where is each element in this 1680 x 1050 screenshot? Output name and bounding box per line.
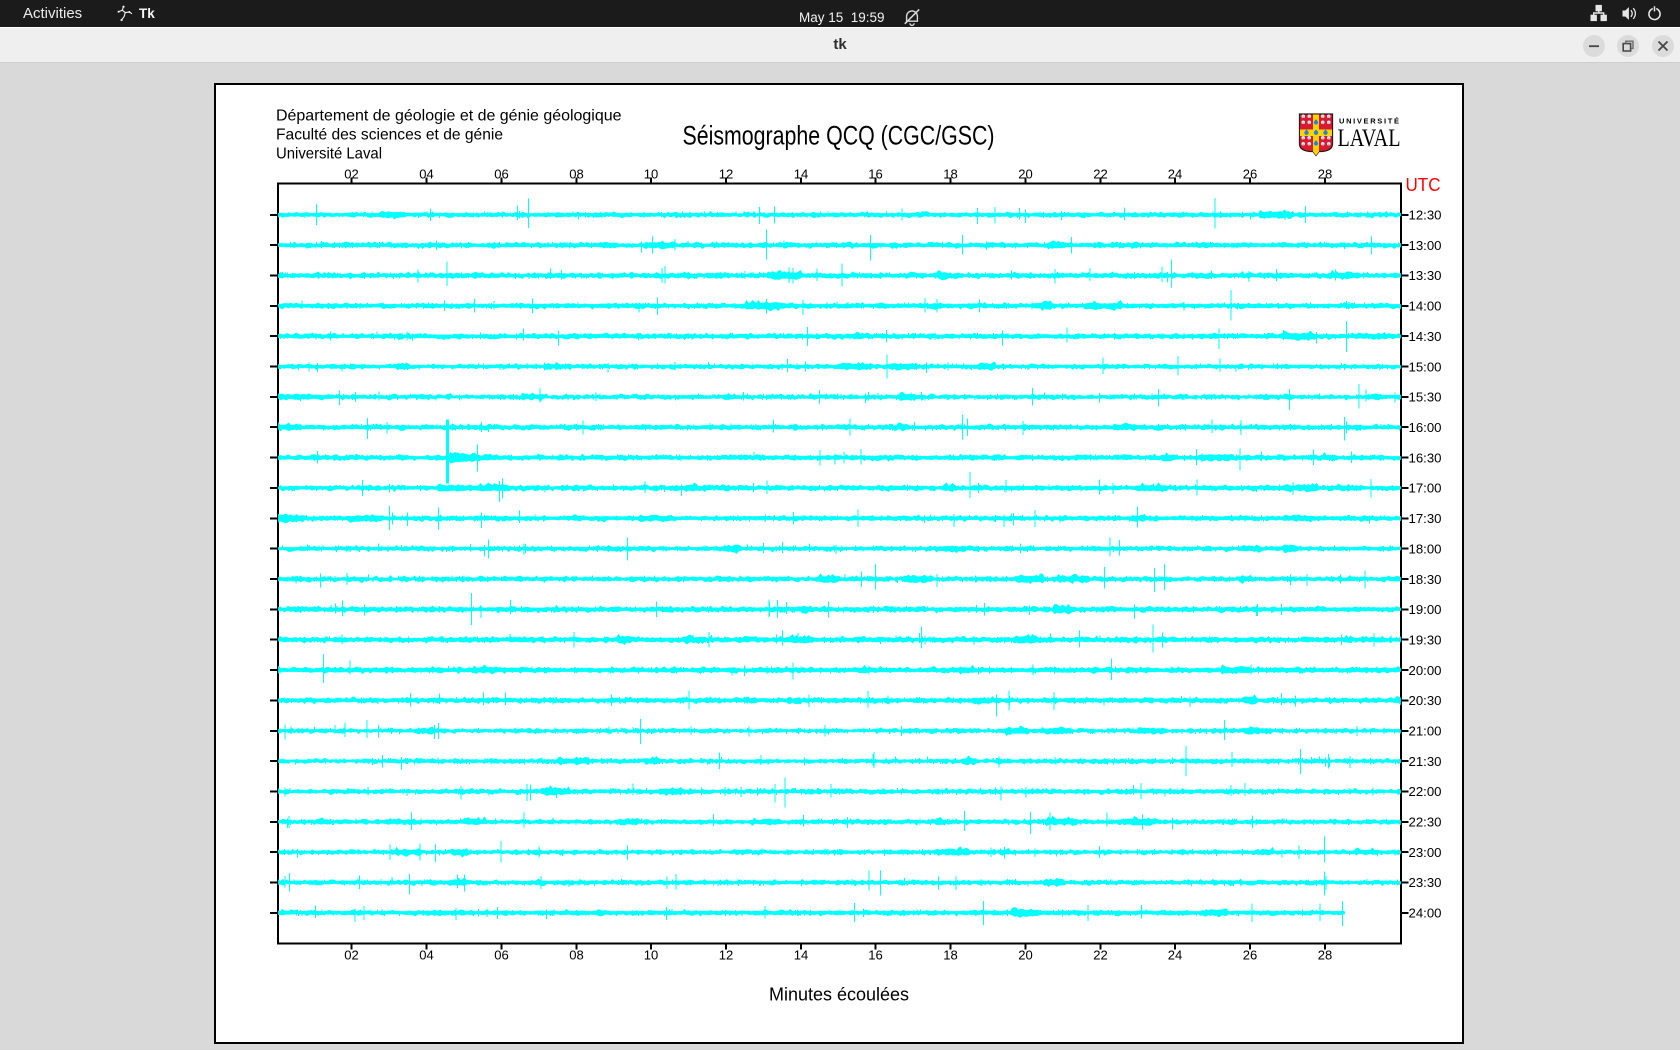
svg-text:19:30: 19:30 [1409,633,1442,648]
svg-text:04: 04 [419,948,434,963]
svg-text:10: 10 [644,167,659,182]
svg-text:26: 26 [1243,948,1258,963]
svg-text:02: 02 [344,167,359,182]
svg-text:20:00: 20:00 [1409,663,1442,678]
svg-text:23:30: 23:30 [1409,875,1442,890]
svg-text:12: 12 [719,167,734,182]
svg-text:14:00: 14:00 [1409,299,1442,314]
svg-text:20: 20 [1018,948,1033,963]
svg-text:Minutes écoulées: Minutes écoulées [769,984,909,1005]
svg-text:21:00: 21:00 [1409,724,1442,739]
svg-text:14: 14 [794,167,809,182]
svg-text:16: 16 [868,167,883,182]
svg-text:08: 08 [569,167,584,182]
svg-text:18:30: 18:30 [1409,572,1442,587]
svg-text:24: 24 [1168,948,1183,963]
svg-text:16: 16 [868,948,883,963]
svg-text:14:30: 14:30 [1409,329,1442,344]
svg-text:22: 22 [1093,948,1108,963]
svg-text:16:30: 16:30 [1409,451,1442,466]
svg-text:UNIVERSITÉ: UNIVERSITÉ [1339,116,1400,125]
svg-text:17:00: 17:00 [1409,481,1442,496]
svg-text:19:00: 19:00 [1409,602,1442,617]
svg-text:14: 14 [794,948,809,963]
svg-text:17:30: 17:30 [1409,511,1442,526]
svg-text:10: 10 [644,948,659,963]
svg-text:23:00: 23:00 [1409,845,1442,860]
svg-text:20:30: 20:30 [1409,693,1442,708]
svg-text:28: 28 [1318,167,1333,182]
svg-text:26: 26 [1243,167,1258,182]
svg-text:28: 28 [1318,948,1333,963]
svg-text:Département de géologie et de: Département de géologie et de génie géol… [276,108,622,125]
svg-text:13:00: 13:00 [1409,238,1442,253]
svg-text:Séismographe QCQ (CGC/GSC): Séismographe QCQ (CGC/GSC) [683,121,995,151]
svg-text:15:30: 15:30 [1409,390,1442,405]
svg-text:18: 18 [943,167,958,182]
svg-text:06: 06 [494,948,509,963]
svg-text:08: 08 [569,948,584,963]
svg-text:20: 20 [1018,167,1033,182]
svg-text:18: 18 [943,948,958,963]
svg-text:02: 02 [344,948,359,963]
svg-text:13:30: 13:30 [1409,268,1442,283]
svg-text:24:00: 24:00 [1409,906,1442,921]
svg-text:12:30: 12:30 [1409,208,1442,223]
svg-text:22:00: 22:00 [1409,784,1442,799]
svg-text:Université Laval: Université Laval [276,146,382,163]
svg-text:21:30: 21:30 [1409,754,1442,769]
svg-text:12: 12 [719,948,734,963]
svg-text:Faculté des sciences et de gén: Faculté des sciences et de génie [276,127,503,144]
svg-text:16:00: 16:00 [1409,420,1442,435]
svg-text:22:30: 22:30 [1409,815,1442,830]
svg-text:LAVAL: LAVAL [1338,125,1401,152]
svg-text:04: 04 [419,167,434,182]
svg-text:24: 24 [1168,167,1183,182]
svg-text:18:00: 18:00 [1409,542,1442,557]
svg-text:06: 06 [494,167,509,182]
svg-text:15:00: 15:00 [1409,360,1442,375]
svg-text:22: 22 [1093,167,1108,182]
svg-text:UTC: UTC [1406,174,1441,195]
